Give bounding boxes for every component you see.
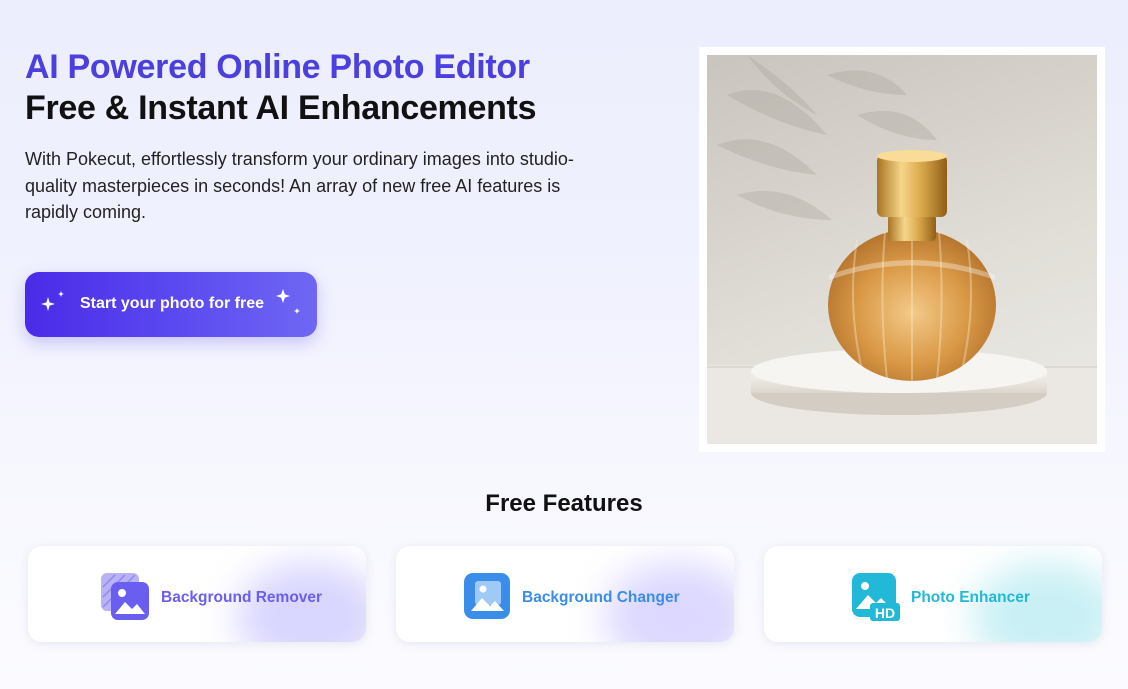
feature-card-photo-enhancer[interactable]: HD Photo Enhancer — [764, 546, 1102, 642]
feature-card-background-changer[interactable]: Background Changer — [396, 546, 734, 642]
feature-label: Photo Enhancer — [911, 589, 1030, 606]
feature-card-background-remover[interactable]: Background Remover — [28, 546, 366, 642]
hero-subtitle: Free & Instant AI Enhancements — [25, 89, 537, 127]
features-title: Free Features — [485, 490, 643, 517]
photo-enhancer-icon: HD — [852, 573, 900, 621]
svg-text:HD: HD — [875, 605, 895, 621]
feature-label: Background Changer — [522, 589, 680, 606]
sparkle-icon — [41, 291, 64, 311]
hero-description: With Pokecut, effortlessly transform you… — [25, 149, 574, 222]
sparkle-icon — [276, 289, 300, 314]
preview-image — [707, 55, 1097, 444]
start-photo-button[interactable]: Start your photo for free — [25, 272, 317, 337]
feature-label: Background Remover — [161, 589, 323, 606]
background-changer-icon — [464, 573, 510, 619]
background-remover-icon — [101, 573, 149, 620]
preview-image-frame — [699, 47, 1105, 452]
start-photo-button-label: Start your photo for free — [80, 295, 265, 312]
hero-title: AI Powered Online Photo Editor — [25, 48, 530, 86]
